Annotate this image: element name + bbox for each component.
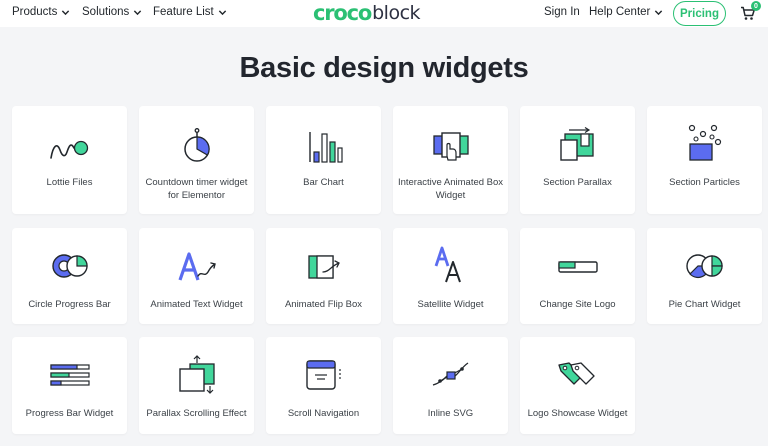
widget-label: Progress Bar Widget: [25, 408, 114, 419]
widget-card-pie-chart[interactable]: Pie Chart Widget: [647, 228, 762, 324]
nav-products-label: Products: [12, 6, 58, 18]
pricing-button[interactable]: Pricing: [673, 1, 726, 26]
widget-card-change-site-logo[interactable]: Change Site Logo: [520, 228, 635, 324]
widget-label: Parallax Scrolling Effect: [146, 408, 247, 419]
widget-card-section-particles[interactable]: Section Particles: [647, 106, 762, 214]
sign-in-link[interactable]: Sign In: [544, 6, 580, 18]
widget-label: Satellite Widget: [417, 299, 484, 310]
logo-croco: croco: [313, 1, 372, 25]
widget-label: Animated Flip Box: [284, 299, 363, 310]
widget-card-progress-bar[interactable]: Progress Bar Widget: [12, 337, 127, 434]
circle-progress-icon: [52, 254, 88, 278]
nav-feature-list-label: Feature List: [153, 6, 214, 18]
change-logo-icon: [558, 261, 598, 273]
widget-card-inline-svg[interactable]: Inline SVG: [393, 337, 508, 434]
widget-card-countdown-timer[interactable]: Countdown timer widget for Elementor: [139, 106, 254, 214]
chevron-down-icon: [62, 9, 70, 15]
nav-solutions-label: Solutions: [82, 6, 130, 18]
widget-card-logo-showcase[interactable]: Logo Showcase Widget: [520, 337, 635, 434]
bar-chart-icon: [309, 132, 343, 163]
widget-card-circle-progress-bar[interactable]: Circle Progress Bar: [12, 228, 127, 324]
widget-card-lottie-files[interactable]: Lottie Files: [12, 106, 127, 214]
page-title: Basic design widgets: [239, 52, 529, 84]
animated-text-icon: [178, 252, 216, 281]
nav-help-center[interactable]: Help Center: [589, 6, 663, 18]
widget-label: Inline SVG: [427, 408, 474, 419]
sign-in-label: Sign In: [544, 6, 580, 18]
widget-label: Section Particles: [669, 177, 740, 188]
section-particles-icon: [688, 124, 722, 161]
widget-card-section-parallax[interactable]: Section Parallax: [520, 106, 635, 214]
widget-grid: Lottie Files Countdown timer widget for …: [12, 106, 762, 446]
nav-solutions[interactable]: Solutions: [82, 6, 142, 18]
countdown-timer-icon: [184, 128, 210, 162]
logo-showcase-icon: [558, 362, 595, 385]
chevron-down-icon: [218, 9, 226, 15]
nav-products[interactable]: Products: [12, 6, 70, 18]
widget-label: Pie Chart Widget: [668, 299, 741, 310]
help-center-label: Help Center: [589, 6, 651, 18]
widget-card-bar-chart[interactable]: Bar Chart: [266, 106, 381, 214]
widget-label: Bar Chart: [303, 177, 344, 188]
animated-box-icon: [433, 132, 469, 161]
satellite-icon: [434, 246, 461, 283]
widget-card-animated-text[interactable]: Animated Text Widget: [139, 228, 254, 324]
pie-chart-icon: [686, 254, 723, 279]
cart-count-badge: 0: [751, 1, 761, 11]
widget-card-interactive-animated-box[interactable]: Interactive Animated Box Widget: [393, 106, 508, 214]
section-parallax-icon: [560, 126, 594, 161]
widget-label: Section Parallax: [543, 177, 612, 188]
widget-card-scroll-navigation[interactable]: Scroll Navigation: [266, 337, 381, 434]
scroll-navigation-icon: [306, 360, 341, 390]
widget-label: Logo Showcase Widget: [527, 408, 628, 419]
crocoblock-logo[interactable]: croco block: [313, 1, 421, 25]
parallax-scrolling-icon: [179, 355, 215, 394]
progress-bar-icon: [50, 364, 90, 386]
widget-card-satellite[interactable]: Satellite Widget: [393, 228, 508, 324]
widget-label: Circle Progress Bar: [28, 299, 111, 310]
widget-label: Countdown timer widget for Elementor: [145, 177, 248, 201]
widget-card-parallax-scrolling[interactable]: Parallax Scrolling Effect: [139, 337, 254, 434]
top-navigation: Products Solutions Feature List croco blo…: [0, 0, 768, 27]
logo-block: block: [372, 2, 421, 24]
widget-label: Change Site Logo: [539, 299, 616, 310]
flip-box-icon: [308, 255, 340, 279]
widget-label: Interactive Animated Box Widget: [397, 177, 504, 201]
widget-label: Animated Text Widget: [150, 299, 243, 310]
widget-card-animated-flip-box[interactable]: Animated Flip Box: [266, 228, 381, 324]
widget-label: Scroll Navigation: [287, 408, 360, 419]
widget-label: Lottie Files: [46, 177, 93, 188]
chevron-down-icon: [655, 9, 663, 15]
nav-feature-list[interactable]: Feature List: [153, 6, 227, 18]
inline-svg-icon: [432, 362, 469, 386]
chevron-down-icon: [134, 9, 142, 15]
lottie-icon: [50, 140, 89, 159]
